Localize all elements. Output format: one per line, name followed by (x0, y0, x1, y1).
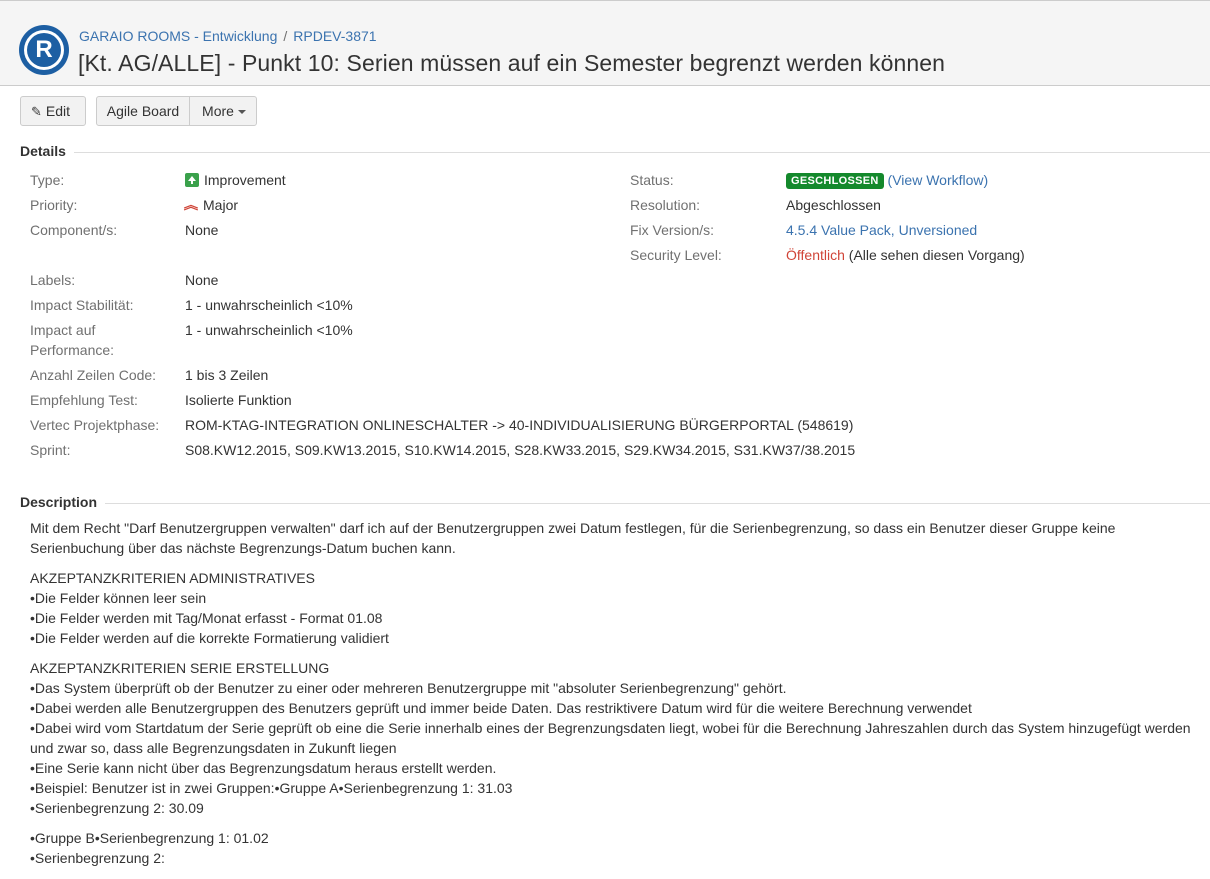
major-priority-icon: ︽ (183, 198, 199, 212)
description-line: •Eine Serie kann nicht über das Begrenzu… (30, 760, 497, 776)
issue-summary-title[interactable]: [Kt. AG/ALLE] - Punkt 10: Serien müssen … (78, 50, 945, 77)
pencil-icon: ✎ (31, 104, 42, 119)
field-label-vertec-projektphase: Vertec Projektphase: (30, 417, 160, 433)
description-line: •Die Felder können leer sein (30, 590, 207, 606)
view-workflow-link[interactable]: View Workflow (892, 172, 983, 188)
field-label-resolution: Resolution: (630, 197, 701, 213)
more-button-label: More (202, 103, 234, 119)
description-block-gruppe-b: •Gruppe B•Serienbegrenzung 1: 01.02 •Ser… (30, 828, 1200, 868)
field-value-resolution: Abgeschlossen (786, 197, 881, 213)
field-label-impact-performance: Impact auf (30, 322, 96, 338)
description-line: •Die Felder werden auf die korrekte Form… (30, 630, 389, 646)
breadcrumb-separator: / (283, 28, 288, 44)
caret-down-icon (237, 110, 246, 115)
description-block-administratives: AKZEPTANZKRITERIEN ADMINISTRATIVES •Die … (30, 568, 1200, 648)
field-value-fix-version[interactable]: 4.5.4 Value Pack, Unversioned (786, 220, 977, 240)
issue-header: R GARAIO ROOMS - Entwicklung / RPDEV-3871 … (0, 0, 1210, 86)
project-avatar[interactable]: R (19, 25, 69, 75)
description-line: •Serienbegrenzung 2: 30.09 (30, 800, 204, 816)
field-label-impact-performance-line2: Performance: (30, 342, 115, 358)
breadcrumb-issue-key-link[interactable]: RPDEV-3871 (293, 28, 376, 44)
field-label-type: Type: (30, 172, 65, 188)
improvement-icon (185, 173, 199, 187)
edit-button[interactable]: ✎ Edit (20, 96, 86, 126)
field-value-security-level: Öffentlich (Alle sehen diesen Vorgang) (786, 245, 1025, 265)
field-label-fix-version: Fix Version/s: (630, 222, 715, 238)
field-label-priority: Priority: (30, 197, 78, 213)
field-label-security-level: Security Level: (630, 247, 722, 263)
field-label-status: Status: (630, 172, 674, 188)
field-value-vertec-projektphase[interactable]: ROM-KTAG-INTEGRATION ONLINESCHALTER -> 4… (185, 415, 853, 435)
security-level-note: (Alle sehen diesen Vorgang) (848, 247, 1025, 263)
description-line: •Beispiel: Benutzer ist in zwei Gruppen:… (30, 780, 513, 796)
view-workflow-wrapper: (View Workflow) (887, 172, 989, 188)
project-avatar-letter: R (27, 33, 61, 67)
field-value-components: None (185, 222, 219, 238)
details-heading[interactable]: Details (20, 143, 74, 159)
field-label-labels: Labels: (30, 272, 76, 288)
description-divider (20, 503, 1210, 504)
field-label-sprint: Sprint: (30, 442, 71, 458)
description-block-serie-erstellung: AKZEPTANZKRITERIEN SERIE ERSTELLUNG •Das… (30, 658, 1200, 818)
more-button[interactable]: More (191, 97, 257, 125)
toolbar-button-group: Agile Board More (96, 96, 257, 126)
description-line: •Serienbegrenzung 2: (30, 850, 165, 866)
description-line: •Dabei werden alle Benutzergruppen des B… (30, 700, 972, 716)
description-line: •Das System überprüft ob der Benutzer zu… (30, 680, 787, 696)
field-value-empfehlung-test[interactable]: Isolierte Funktion (185, 390, 292, 410)
security-level-name: Öffentlich (786, 247, 845, 263)
edit-button-label: Edit (45, 103, 71, 119)
field-label-impact-stabilitaet: Impact Stabilität: (30, 297, 134, 313)
status-badge: GESCHLOSSEN (786, 173, 884, 189)
field-value-impact-performance[interactable]: 1 - unwahrscheinlich <10% (185, 320, 353, 340)
field-label-anzahl-zeilen: Anzahl Zeilen Code: (30, 367, 157, 383)
field-value-impact-stabilitaet[interactable]: 1 - unwahrscheinlich <10% (185, 295, 353, 315)
field-value-sprint[interactable]: S08.KW12.2015, S09.KW13.2015, S10.KW14.2… (185, 440, 855, 460)
description-intro: Mit dem Recht "Darf Benutzergruppen verw… (30, 520, 1116, 556)
field-value-labels[interactable]: None (185, 270, 218, 290)
details-divider (20, 152, 1210, 153)
breadcrumb-project-link[interactable]: GARAIO ROOMS - Entwicklung (79, 28, 277, 44)
field-value-type: Improvement (185, 170, 286, 190)
field-value-priority: ︽ Major (183, 195, 239, 215)
field-label-components: Component/s: (30, 222, 118, 238)
description-heading[interactable]: Description (20, 494, 106, 510)
description-line: •Gruppe B•Serienbegrenzung 1: 01.02 (30, 830, 269, 846)
type-value-text: Improvement (204, 172, 286, 188)
breadcrumb: GARAIO ROOMS - Entwicklung / RPDEV-3871 (79, 28, 377, 44)
description-line: •Dabei wird vom Startdatum der Serie gep… (30, 720, 1191, 756)
field-label-empfehlung-test: Empfehlung Test: (30, 392, 138, 408)
field-value-anzahl-zeilen[interactable]: 1 bis 3 Zeilen (185, 365, 268, 385)
priority-value-text: Major (203, 197, 239, 213)
agile-board-button[interactable]: Agile Board (97, 97, 190, 125)
description-line: AKZEPTANZKRITERIEN ADMINISTRATIVES (30, 570, 315, 586)
description-line: AKZEPTANZKRITERIEN SERIE ERSTELLUNG (30, 660, 330, 676)
description-line: •Die Felder werden mit Tag/Monat erfasst… (30, 610, 383, 626)
field-value-status: GESCHLOSSEN (View Workflow) (786, 170, 988, 190)
